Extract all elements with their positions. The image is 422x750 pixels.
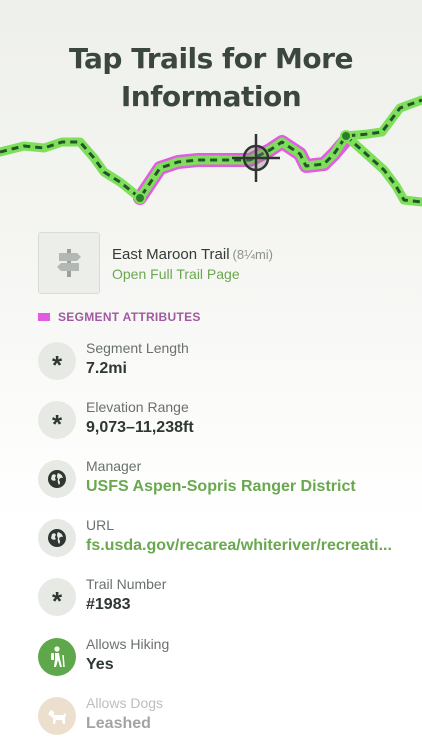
globe-icon (38, 460, 76, 498)
asterisk-icon: * (38, 342, 76, 380)
attribute-label: Manager (86, 458, 142, 474)
hiker-icon (38, 638, 76, 676)
junction-dot (134, 192, 146, 204)
segment-attributes-title: SEGMENT ATTRIBUTES (58, 310, 201, 324)
segment-attributes-header: SEGMENT ATTRIBUTES (38, 309, 201, 325)
attribute-label: Segment Length (86, 340, 189, 356)
attribute-trail-number: * Trail Number #1983 (38, 576, 408, 620)
segment-color-swatch (38, 313, 50, 321)
headline-line-1: Tap Trails for More (69, 42, 353, 75)
globe-icon (38, 519, 76, 557)
attribute-manager[interactable]: Manager USFS Aspen-Sopris Ranger Distric… (38, 458, 408, 502)
attribute-label: Trail Number (86, 576, 167, 592)
junction-dot (340, 130, 352, 142)
trail-name-text: East Maroon Trail (112, 246, 230, 263)
asterisk-icon: * (38, 578, 76, 616)
dog-icon (38, 697, 76, 735)
attribute-value: Yes (86, 656, 114, 673)
trail-thumbnail[interactable] (38, 232, 100, 294)
attribute-allows-hiking: Allows Hiking Yes (38, 636, 408, 680)
attribute-value: #1983 (86, 596, 131, 613)
attribute-segment-length: * Segment Length 7.2mi (38, 340, 408, 384)
trail-distance: (8¼mi) (232, 247, 273, 262)
trail-map[interactable] (0, 90, 422, 220)
attribute-value: Leashed (86, 715, 151, 732)
signpost-icon (57, 249, 81, 277)
trail-card[interactable]: East Maroon Trail (8¼mi) Open Full Trail … (38, 232, 398, 296)
trail-line-casing (0, 95, 422, 207)
open-trail-page-link[interactable]: Open Full Trail Page (112, 266, 240, 282)
attribute-url[interactable]: URL fs.usda.gov/recarea/whiteriver/recre… (38, 517, 408, 561)
attribute-value: 9,073–11,238ft (86, 419, 194, 436)
attribute-label: Allows Hiking (86, 636, 170, 652)
attribute-value: 7.2mi (86, 360, 127, 377)
attribute-label: Allows Dogs (86, 695, 164, 711)
attribute-allows-dogs: Allows Dogs Leashed (38, 695, 408, 739)
trail-name: East Maroon Trail (8¼mi) (112, 246, 273, 263)
asterisk-icon: * (38, 401, 76, 439)
attribute-elevation-range: * Elevation Range 9,073–11,238ft (38, 399, 408, 443)
url-link[interactable]: fs.usda.gov/recarea/whiteriver/recreati.… (86, 537, 392, 555)
manager-link[interactable]: USFS Aspen-Sopris Ranger District (86, 478, 356, 496)
attribute-label: Elevation Range (86, 399, 189, 415)
attribute-label: URL (86, 517, 115, 533)
